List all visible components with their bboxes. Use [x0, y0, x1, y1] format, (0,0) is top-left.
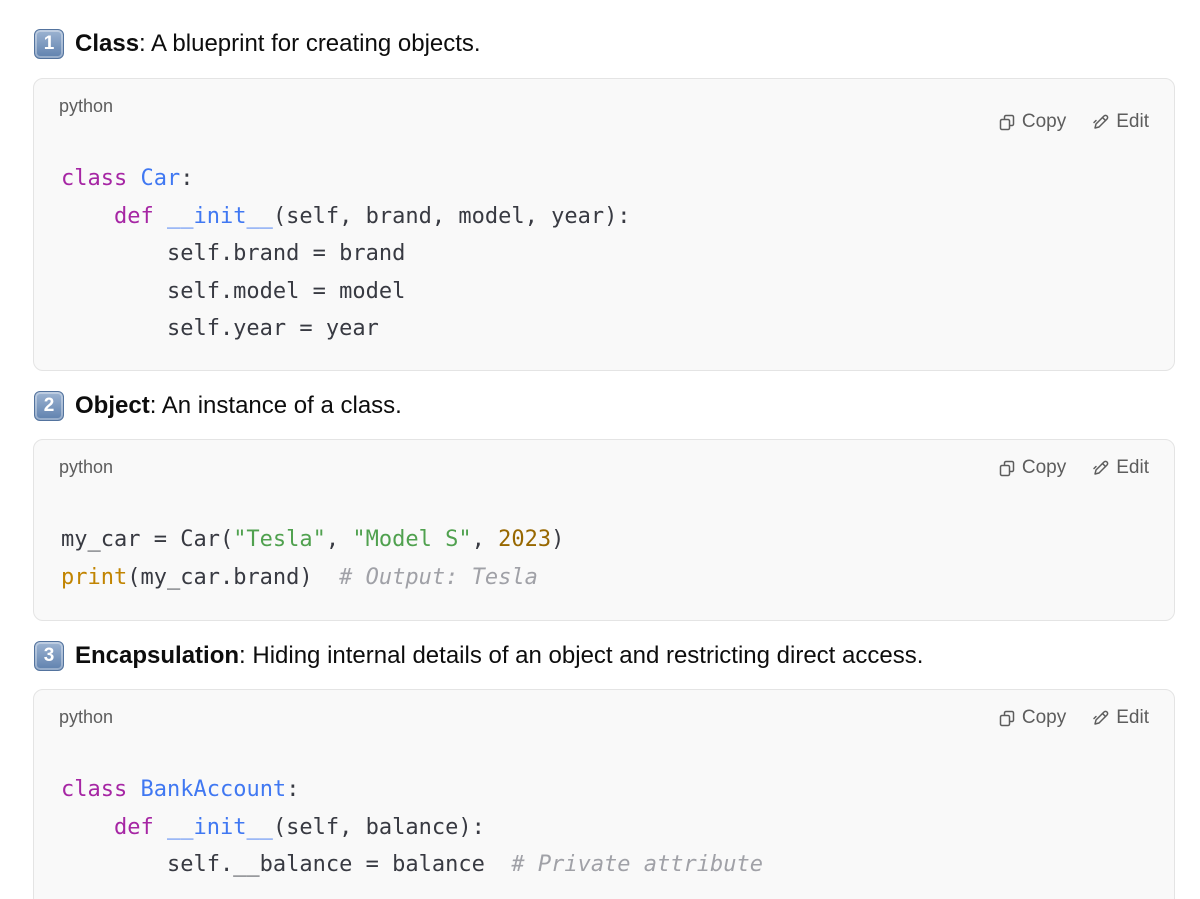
section-description: : A blueprint for creating objects.: [139, 30, 481, 57]
code-line: def __init__(self, brand, model, year):: [61, 198, 631, 236]
code-block-object: python Copy Edit my_car = Car("Tesla", "…: [33, 439, 1175, 621]
chat-response: 1 Class: A blueprint for creating object…: [0, 0, 1200, 899]
number-token: 2023: [498, 527, 552, 552]
copy-label: Copy: [1021, 707, 1067, 728]
name-token: BankAccount: [140, 777, 287, 802]
copy-icon: [999, 710, 1015, 726]
keyword-token: def: [113, 203, 167, 229]
edit-icon: [1093, 114, 1109, 129]
edit-icon: [1093, 460, 1109, 475]
keycap-number-icon: 2: [34, 391, 64, 421]
code-line: print(my_car.brand) # Output: Tesla: [61, 559, 564, 597]
copy-label: Copy: [1021, 111, 1067, 132]
code-token: :: [286, 777, 300, 802]
code-token: (self, balance):: [272, 814, 485, 840]
section-term: Object: [75, 392, 150, 419]
comment-token: # Output: Tesla: [339, 564, 538, 590]
code-line: my_car = Car("Tesla", "Model S", 2023): [61, 521, 564, 559]
keyword-token: def: [113, 814, 167, 840]
code-block-class: python Copy Edit class Car: def __init__…: [33, 78, 1175, 371]
copy-label: Copy: [1021, 457, 1067, 478]
code-content: class BankAccount: def __init__(self, ba…: [61, 771, 763, 884]
code-block-encapsulation: python Copy Edit class BankAccount: def …: [33, 689, 1175, 899]
name-token: Car: [140, 166, 181, 191]
code-content: class Car: def __init__(self, brand, mod…: [61, 160, 631, 348]
copy-button[interactable]: Copy: [999, 707, 1066, 729]
edit-button[interactable]: Edit: [1092, 111, 1149, 133]
code-token: self.year = year: [61, 316, 379, 341]
section-description: : Hiding internal details of an object a…: [239, 642, 924, 669]
copy-icon: [999, 114, 1015, 130]
code-token: self.brand = brand: [61, 241, 406, 266]
copy-button[interactable]: Copy: [999, 111, 1066, 133]
code-line: self.brand = brand: [61, 235, 631, 273]
keyword-token: class: [61, 166, 141, 191]
section-heading-encapsulation: 3 Encapsulation: Hiding internal details…: [34, 641, 923, 671]
comment-token: # Private attribute: [511, 852, 764, 877]
code-token: self.__balance = balance: [61, 852, 512, 877]
edit-label: Edit: [1116, 111, 1149, 132]
name-token: __init__: [166, 203, 273, 229]
code-content: my_car = Car("Tesla", "Model S", 2023) pr…: [61, 521, 564, 596]
string-token: "Tesla": [233, 527, 326, 552]
copy-icon: [999, 460, 1015, 476]
edit-button[interactable]: Edit: [1092, 457, 1149, 479]
edit-icon: [1093, 710, 1109, 725]
edit-label: Edit: [1116, 457, 1149, 478]
string-token: "Model S": [352, 527, 472, 552]
code-token: (my_car.brand): [127, 564, 340, 590]
code-line: def __init__(self, balance):: [61, 809, 763, 847]
copy-button[interactable]: Copy: [999, 457, 1066, 479]
code-language-label: python: [59, 457, 114, 477]
code-token: self.model = model: [61, 278, 406, 304]
section-term: Encapsulation: [75, 642, 240, 669]
code-line: self.model = model: [61, 273, 631, 311]
edit-label: Edit: [1116, 707, 1149, 728]
code-token: ,: [325, 527, 353, 552]
code-token: ,: [471, 527, 499, 552]
code-line: self.__balance = balance # Private attri…: [61, 846, 763, 884]
code-actions: Copy Edit: [999, 457, 1149, 479]
name-token: __init__: [166, 814, 273, 840]
code-token: (self, brand, model, year):: [272, 203, 631, 229]
section-description: : An instance of a class.: [149, 392, 402, 419]
code-actions: Copy Edit: [999, 111, 1149, 133]
section-heading-class: 1 Class: A blueprint for creating object…: [34, 29, 481, 59]
code-token: ): [551, 527, 565, 552]
code-line: class BankAccount:: [61, 771, 763, 809]
code-token: :: [180, 166, 194, 191]
code-line: self.year = year: [61, 310, 631, 348]
builtin-token: print: [61, 564, 128, 590]
code-line: class Car:: [61, 160, 631, 198]
keycap-number-icon: 3: [34, 641, 64, 671]
section-heading-object: 2 Object: An instance of a class.: [34, 391, 402, 421]
keycap-number-icon: 1: [34, 29, 64, 59]
code-actions: Copy Edit: [999, 707, 1149, 729]
code-language-label: python: [59, 707, 114, 727]
keyword-token: class: [61, 777, 141, 802]
code-language-label: python: [59, 96, 114, 116]
code-token: my_car = Car(: [61, 527, 234, 552]
edit-button[interactable]: Edit: [1092, 707, 1149, 729]
section-term: Class: [75, 30, 140, 57]
